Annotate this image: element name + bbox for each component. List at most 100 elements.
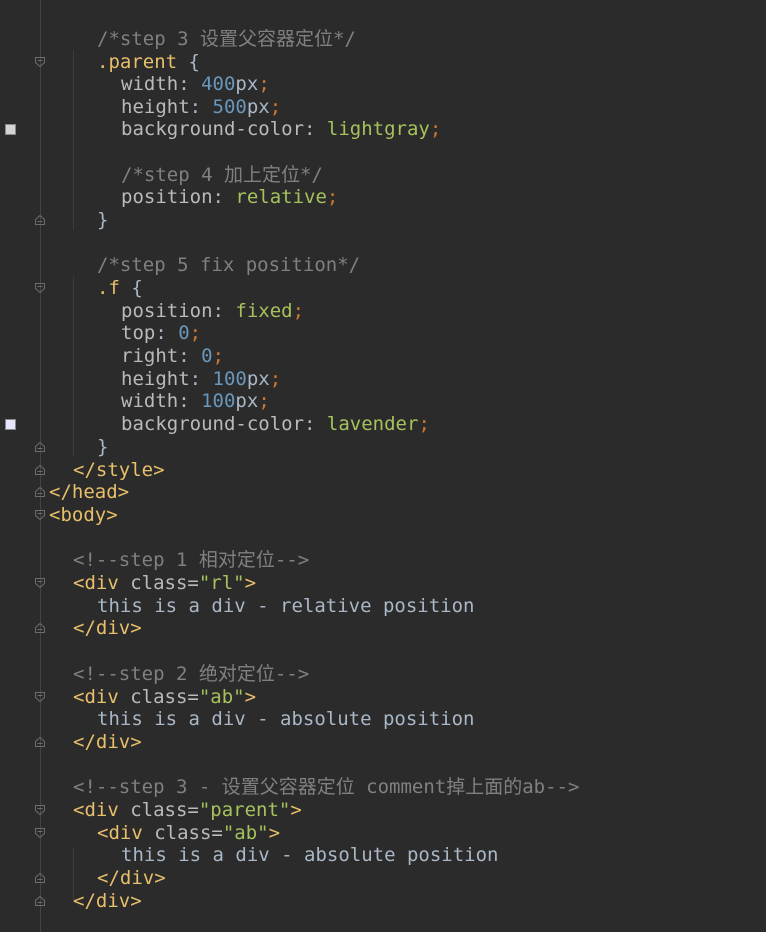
fold-open-icon[interactable] [34, 56, 46, 68]
code-line[interactable]: height: 100px; [0, 368, 766, 391]
fold-close-icon[interactable] [34, 895, 46, 907]
code-text: </div> [73, 731, 142, 754]
fold-close-icon[interactable] [34, 486, 46, 498]
code-text: <div class="rl"> [73, 572, 256, 595]
code-line[interactable]: right: 0; [0, 345, 766, 368]
code-token: : [178, 345, 202, 367]
fold-close-icon[interactable] [34, 464, 46, 476]
fold-open-icon[interactable] [34, 509, 46, 521]
fold-open-icon[interactable] [34, 577, 46, 589]
code-line[interactable]: <div class="ab"> [0, 686, 766, 709]
fold-close-icon[interactable] [34, 622, 46, 634]
code-line[interactable]: </div> [0, 867, 766, 890]
code-token: background-color [121, 118, 305, 140]
fold-close-icon[interactable] [34, 441, 46, 453]
code-token: ; [418, 413, 430, 435]
code-line[interactable]: <!--step 2 绝对定位--> [0, 663, 766, 686]
code-line[interactable]: position: relative; [0, 186, 766, 209]
fold-open-icon[interactable] [34, 691, 46, 703]
code-token: > [244, 572, 257, 594]
code-token: <!--step 2 绝对定位--> [73, 663, 310, 685]
code-line[interactable]: width: 400px; [0, 73, 766, 96]
code-line[interactable]: <div class="rl"> [0, 572, 766, 595]
code-text: position: fixed; [121, 300, 304, 323]
code-token: : [189, 96, 213, 118]
code-line[interactable]: .parent { [0, 51, 766, 74]
code-area[interactable]: /*step 3 设置父容器定位*/.parent {width: 400px;… [0, 0, 766, 932]
code-line[interactable]: .f { [0, 277, 766, 300]
code-line[interactable]: /*step 5 fix position*/ [0, 254, 766, 277]
code-line[interactable]: width: 100px; [0, 390, 766, 413]
code-token: "ab" [222, 822, 269, 844]
code-line[interactable]: <!--step 3 - 设置父容器定位 comment掉上面的ab--> [0, 776, 766, 799]
fold-open-icon[interactable] [34, 827, 46, 839]
color-swatch-icon[interactable] [5, 124, 16, 135]
code-token: this is a div - absolute position [121, 844, 499, 866]
code-token: /*step 5 fix position*/ [97, 254, 361, 276]
code-line[interactable]: height: 500px; [0, 96, 766, 119]
code-token: ; [269, 368, 282, 390]
fold-close-icon[interactable] [34, 214, 46, 226]
code-token: { [119, 277, 143, 299]
fold-open-icon[interactable] [34, 804, 46, 816]
code-token: : [212, 300, 236, 322]
code-line[interactable]: this is a div - absolute position [0, 708, 766, 731]
code-token: /*step 4 加上定位*/ [121, 164, 323, 186]
code-line[interactable]: </div> [0, 890, 766, 913]
code-token: <!--step 3 - 设置父容器定位 comment掉上面的ab--> [73, 776, 580, 798]
code-token: <div [73, 686, 131, 708]
code-text: this is a div - relative position [97, 595, 475, 618]
fold-close-icon[interactable] [34, 872, 46, 884]
code-text: <div class="parent"> [73, 799, 302, 822]
code-text: </head> [49, 481, 129, 504]
code-line[interactable]: </head> [0, 481, 766, 504]
code-token: </div> [73, 731, 142, 753]
code-editor[interactable]: /*step 3 设置父容器定位*/.parent {width: 400px;… [0, 0, 766, 932]
code-token: </div> [73, 890, 142, 912]
code-line[interactable]: background-color: lightgray; [0, 118, 766, 141]
code-token: width [121, 390, 179, 412]
code-line[interactable]: background-color: lavender; [0, 413, 766, 436]
code-token: width [121, 73, 179, 95]
code-text: height: 100px; [121, 368, 281, 391]
code-line[interactable]: /*step 4 加上定位*/ [0, 164, 766, 187]
code-token: class= [130, 572, 199, 594]
code-line[interactable]: <div class="parent"> [0, 799, 766, 822]
code-token: : [178, 390, 202, 412]
code-text: position: relative; [121, 186, 338, 209]
code-token: height [121, 96, 190, 118]
code-line[interactable]: position: fixed; [0, 300, 766, 323]
code-token: <body> [49, 504, 118, 526]
fold-open-icon[interactable] [34, 282, 46, 294]
code-line[interactable]: </style> [0, 459, 766, 482]
color-swatch-icon[interactable] [5, 419, 16, 430]
code-token: .f [97, 277, 120, 299]
code-token: } [97, 209, 109, 231]
code-token: { [177, 51, 200, 73]
code-token: right [121, 345, 179, 367]
code-token: 0 [178, 322, 190, 344]
code-line[interactable]: </div> [0, 617, 766, 640]
code-line[interactable]: } [0, 436, 766, 459]
code-line[interactable]: /*step 3 设置父容器定位*/ [0, 28, 766, 51]
code-text: } [97, 209, 108, 232]
code-token: </head> [49, 481, 130, 503]
code-token: top [121, 322, 156, 344]
code-text: </div> [97, 867, 166, 890]
fold-close-icon[interactable] [34, 736, 46, 748]
code-token: : [304, 118, 327, 140]
code-token: : [212, 186, 236, 208]
code-line[interactable]: } [0, 209, 766, 232]
code-token: : [155, 322, 179, 344]
code-line[interactable]: this is a div - absolute position [0, 844, 766, 867]
code-token: </div> [97, 867, 166, 889]
code-line[interactable]: <div class="ab"> [0, 822, 766, 845]
code-line[interactable]: <body> [0, 504, 766, 527]
code-line[interactable]: <!--step 1 相对定位--> [0, 549, 766, 572]
code-token: class= [154, 822, 223, 844]
code-line[interactable]: </div> [0, 731, 766, 754]
code-token: px [246, 368, 270, 390]
code-line[interactable]: this is a div - relative position [0, 595, 766, 618]
code-line[interactable]: top: 0; [0, 322, 766, 345]
code-text: } [97, 436, 108, 459]
